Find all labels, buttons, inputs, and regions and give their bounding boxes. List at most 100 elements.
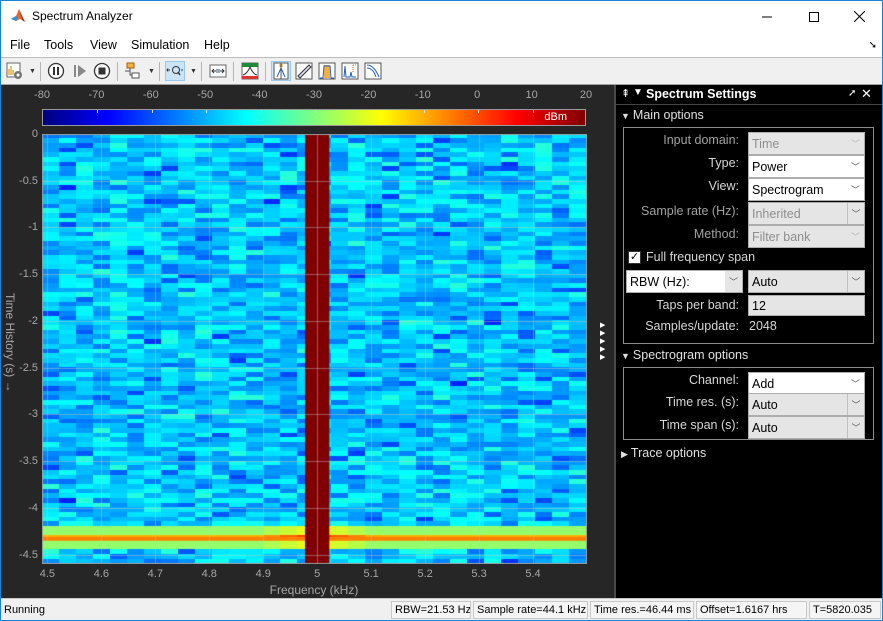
- taps-per-band-input[interactable]: 12: [748, 295, 865, 316]
- status-bar: Running RBW=21.53 Hz Sample rate=44.1 kH…: [1, 598, 882, 620]
- arrow-right-icon: ▶: [600, 322, 606, 329]
- menu-tools[interactable]: Tools: [44, 38, 73, 52]
- colorbar-tick-mark: [369, 110, 371, 113]
- spectrum-settings-button[interactable]: [240, 61, 260, 81]
- colorbar-tick-label: -70: [88, 89, 105, 101]
- distortion-icon: [341, 62, 359, 80]
- colorbar-unit-label: dBm: [544, 111, 567, 123]
- run-status: Running: [4, 604, 45, 616]
- time-res-status: Time res.=46.44 ms: [590, 601, 694, 619]
- colorbar-tick-mark: [315, 110, 316, 113]
- y-tick-label: -1.5: [19, 268, 38, 281]
- measurements-button[interactable]: [294, 61, 314, 81]
- time-span-combobox[interactable]: Auto ﹀: [748, 416, 865, 439]
- input-domain-dropdown: Time ﹀: [748, 132, 865, 155]
- x-axis-label: Frequency (kHz): [269, 583, 359, 597]
- highlight-signal-button[interactable]: [123, 61, 143, 81]
- y-axis-label: Time History (s) →: [3, 293, 17, 393]
- trace-options-header[interactable]: ▶ Trace options: [621, 446, 706, 460]
- ccdf-icon: [364, 62, 382, 80]
- rbw-mode-dropdown[interactable]: RBW (Hz): ﹀: [626, 270, 743, 293]
- signal-hierarchy-icon: [125, 62, 140, 79]
- pin-icon[interactable]: ⇞: [621, 87, 630, 100]
- y-tick-label: -3: [28, 408, 38, 421]
- panel-header: ⇞ ▼ Spectrum Settings ➚ ✕: [616, 85, 882, 105]
- close-panel-icon[interactable]: ✕: [861, 86, 872, 102]
- x-tick-label: 5: [314, 568, 321, 580]
- chevron-down-icon: ﹀: [847, 394, 864, 415]
- configuration-properties-button[interactable]: [5, 61, 25, 81]
- signal-dropdown-arrow[interactable]: ▼: [148, 68, 155, 75]
- stop-button[interactable]: [92, 61, 112, 81]
- colorbar-tick-label: 0: [474, 89, 481, 101]
- time-status: T=5820.035: [809, 601, 881, 619]
- samples-update-value: 2048: [749, 319, 777, 333]
- undock-panel-icon[interactable]: ➚: [848, 88, 856, 99]
- menu-view[interactable]: View: [90, 38, 117, 52]
- type-dropdown[interactable]: Power ﹀: [748, 155, 865, 178]
- channel-measurements-button[interactable]: [317, 61, 337, 81]
- toolbar-separator: [265, 62, 266, 81]
- step-forward-button[interactable]: [70, 61, 90, 81]
- menu-help[interactable]: Help: [204, 38, 230, 52]
- distortion-measurements-button[interactable]: [340, 61, 360, 81]
- chevron-down-icon: ﹀: [850, 139, 860, 149]
- input-domain-label: Input domain:: [663, 133, 739, 147]
- config-dropdown-arrow[interactable]: ▼: [29, 68, 36, 75]
- panel-title: Spectrum Settings: [646, 87, 757, 101]
- full-frequency-span-checkbox[interactable]: ✓: [628, 251, 641, 264]
- spectrogram-options-header[interactable]: ▼ Spectrogram options: [621, 348, 748, 362]
- menu-file[interactable]: File: [10, 38, 30, 52]
- y-tick-label: -1: [28, 221, 38, 234]
- data-cursors-button[interactable]: [271, 61, 291, 81]
- colorbar-tick-label: 10: [525, 89, 538, 101]
- collapse-panel-handle[interactable]: ▶ ▶ ▶ ▶ ▶: [600, 322, 610, 362]
- maximize-button[interactable]: [791, 1, 837, 32]
- spectrum-settings-icon: [241, 62, 259, 80]
- arrow-right-icon: ▶: [600, 338, 606, 345]
- colorbar: dBm: [42, 109, 586, 126]
- sample-rate-combobox[interactable]: Inherited ﹀: [748, 202, 865, 225]
- method-dropdown: Filter bank ﹀: [748, 225, 865, 248]
- toolbar-separator: [233, 62, 234, 81]
- colorbar-tick-label: 20: [579, 89, 593, 101]
- collapse-triangle-icon[interactable]: ▼: [633, 87, 643, 98]
- view-dropdown[interactable]: Spectrogram ﹀: [748, 178, 865, 201]
- chevron-down-icon: ﹀: [847, 417, 864, 438]
- colorbar-tick-mark: [423, 110, 425, 113]
- zoom-dropdown-arrow[interactable]: ▼: [190, 68, 197, 75]
- rbw-status: RBW=21.53 Hz: [391, 601, 471, 619]
- colorbar-tick-mark: [151, 110, 153, 113]
- ccdf-measurements-button[interactable]: [363, 61, 383, 81]
- time-span-label: Time span (s):: [659, 418, 739, 432]
- type-label: Type:: [708, 156, 739, 170]
- x-tick-label: 4.6: [93, 568, 109, 580]
- toolbar-separator: [159, 62, 160, 81]
- taps-per-band-label: Taps per band:: [656, 298, 739, 312]
- menu-simulation[interactable]: Simulation: [131, 38, 189, 52]
- data-cursor-icon: [273, 62, 289, 80]
- arrow-right-icon: ▶: [600, 330, 606, 337]
- view-label: View:: [708, 179, 739, 193]
- chevron-down-icon: ﹀: [850, 185, 860, 195]
- main-options-header[interactable]: ▼ Main options: [621, 108, 704, 122]
- rbw-value-combobox[interactable]: Auto ﹀: [748, 270, 865, 293]
- close-button[interactable]: [836, 1, 882, 32]
- toolbar-separator: [201, 62, 202, 81]
- channel-dropdown[interactable]: Add ﹀: [748, 372, 865, 395]
- x-tick-label: 5.4: [525, 568, 541, 580]
- undock-menu-icon[interactable]: ➘: [869, 40, 877, 51]
- zoom-pan-button[interactable]: [165, 61, 185, 81]
- y-tick-label: 0: [31, 128, 38, 140]
- pause-icon: [47, 62, 65, 80]
- spectrogram-axes: -80 -70 -60 -50 -40 -30 -20 -10 0 10 20 dBm 0 -0.5 -…: [1, 85, 614, 598]
- minimize-button[interactable]: [744, 1, 790, 32]
- x-tick-label: 4.8: [201, 568, 217, 580]
- pause-button[interactable]: [46, 61, 66, 81]
- x-tick-label: 5.2: [417, 568, 433, 580]
- spectrogram-image[interactable]: [42, 134, 587, 564]
- toolbar-separator: [117, 62, 118, 81]
- toolbar-separator: [40, 62, 41, 81]
- time-res-combobox[interactable]: Auto ﹀: [748, 393, 865, 416]
- scale-x-axis-button[interactable]: [208, 61, 228, 81]
